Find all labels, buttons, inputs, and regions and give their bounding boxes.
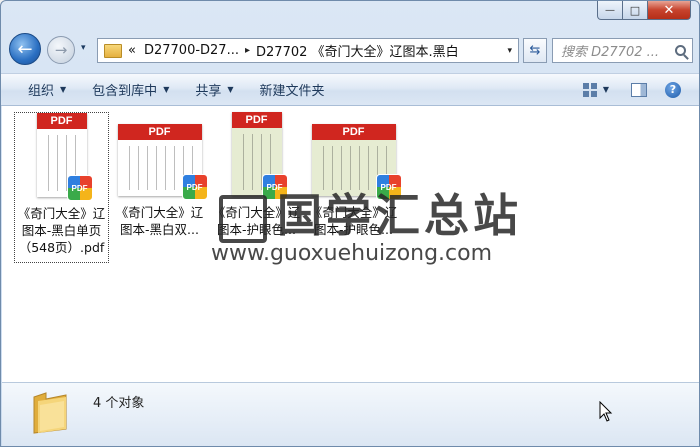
file-item[interactable]: PDF PDF 《奇门大全》辽图本-黑白单页（548页）.pdf	[14, 112, 109, 263]
help-icon[interactable]: ?	[665, 81, 681, 98]
file-item[interactable]: PDF PDF 《奇门大全》辽图本-黑白双...	[112, 112, 208, 238]
search-placeholder: 搜索 D27702 ...	[561, 45, 660, 60]
pdf-thumbnail: PDF PDF	[231, 112, 288, 200]
breadcrumb-current[interactable]: D27702 《奇门大全》辽图本.黑白	[256, 41, 459, 60]
toolbar-right: ▼ ?	[582, 81, 699, 98]
share-label: 共享	[195, 84, 222, 99]
pdf-app-icon: PDF	[375, 174, 402, 200]
maximize-icon: □	[629, 3, 641, 17]
mouse-cursor-icon	[599, 401, 613, 422]
caption-buttons: — □ ✕	[597, 1, 691, 20]
details-pane: 4 个对象	[2, 382, 699, 446]
pdf-app-icon: PDF	[181, 174, 208, 200]
search-icon[interactable]	[675, 45, 686, 56]
pdf-thumbnail: PDF PDF	[36, 113, 93, 201]
maximize-button[interactable]: □	[623, 1, 648, 20]
close-button[interactable]: ✕	[648, 1, 691, 20]
organize-menu[interactable]: 组织 ▼	[28, 80, 66, 99]
folder-icon	[33, 392, 67, 434]
organize-label: 组织	[28, 84, 55, 99]
refresh-button[interactable]: ⇆	[523, 38, 547, 63]
address-overflow[interactable]: «	[128, 43, 136, 58]
pdf-app-icon: PDF	[66, 175, 93, 201]
search-box[interactable]: 搜索 D27702 ...	[552, 38, 693, 63]
pdf-thumbnail: PDF PDF	[311, 124, 402, 200]
file-item[interactable]: PDF PDF 《奇门大全》辽图本-护眼色...	[209, 112, 304, 238]
file-name[interactable]: 《奇门大全》辽图本-黑白双...	[112, 204, 207, 238]
view-dropdown-icon[interactable]: ▼	[603, 85, 609, 94]
share-menu[interactable]: 共享 ▼	[195, 80, 233, 99]
folder-icon	[104, 43, 122, 58]
include-in-library-menu[interactable]: 包含到库中 ▼	[92, 80, 169, 99]
refresh-icon: ⇆	[529, 43, 541, 58]
chevron-down-icon: ▼	[163, 85, 170, 94]
pdf-band: PDF	[117, 124, 202, 140]
file-name[interactable]: 《奇门大全》辽图本-黑白单页（548页）.pdf	[15, 205, 108, 256]
back-button[interactable]: ←	[9, 33, 41, 65]
breadcrumb-separator-icon[interactable]: ▸	[245, 45, 250, 56]
file-name[interactable]: 《奇门大全》辽图本-护眼色...	[306, 204, 401, 238]
new-folder-label: 新建文件夹	[259, 84, 325, 99]
chevron-down-icon: ▼	[227, 85, 234, 94]
pdf-band: PDF	[36, 113, 87, 129]
include-library-label: 包含到库中	[92, 84, 158, 99]
file-list-area[interactable]: PDF PDF 《奇门大全》辽图本-黑白单页（548页）.pdf PDF PDF…	[2, 106, 699, 382]
close-icon: ✕	[663, 2, 675, 18]
file-item[interactable]: PDF PDF 《奇门大全》辽图本-护眼色...	[306, 112, 402, 238]
file-name[interactable]: 《奇门大全》辽图本-护眼色...	[209, 204, 304, 238]
new-folder-button[interactable]: 新建文件夹	[260, 80, 325, 99]
preview-pane-icon[interactable]	[631, 82, 647, 97]
command-bar: 组织 ▼ 包含到库中 ▼ 共享 ▼ 新建文件夹 ▼ ?	[1, 73, 699, 106]
item-count: 4 个对象	[93, 396, 145, 411]
address-dropdown-icon[interactable]: ▾	[507, 46, 512, 56]
history-dropdown[interactable]: ▾	[81, 43, 86, 53]
arrow-right-icon: →	[54, 41, 68, 59]
pdf-band: PDF	[231, 112, 282, 128]
minimize-button[interactable]: —	[597, 1, 623, 20]
pdf-band: PDF	[311, 124, 396, 140]
explorer-window: — □ ✕ ← → ▾ « D27700-D27... ▸ D27702 《奇门…	[0, 0, 700, 447]
arrow-left-icon: ←	[17, 38, 33, 60]
minimize-icon: —	[605, 4, 615, 16]
breadcrumb-parent[interactable]: D27700-D27...	[144, 43, 239, 58]
pdf-app-icon: PDF	[261, 174, 288, 200]
view-options-icon[interactable]	[582, 82, 597, 97]
pdf-thumbnail: PDF PDF	[117, 124, 208, 200]
address-bar[interactable]: « D27700-D27... ▸ D27702 《奇门大全》辽图本.黑白 ▾	[97, 38, 519, 63]
forward-button[interactable]: →	[47, 36, 75, 64]
chevron-down-icon: ▼	[60, 85, 67, 94]
navigation-bar: ← → ▾ « D27700-D27... ▸ D27702 《奇门大全》辽图本…	[1, 31, 699, 69]
